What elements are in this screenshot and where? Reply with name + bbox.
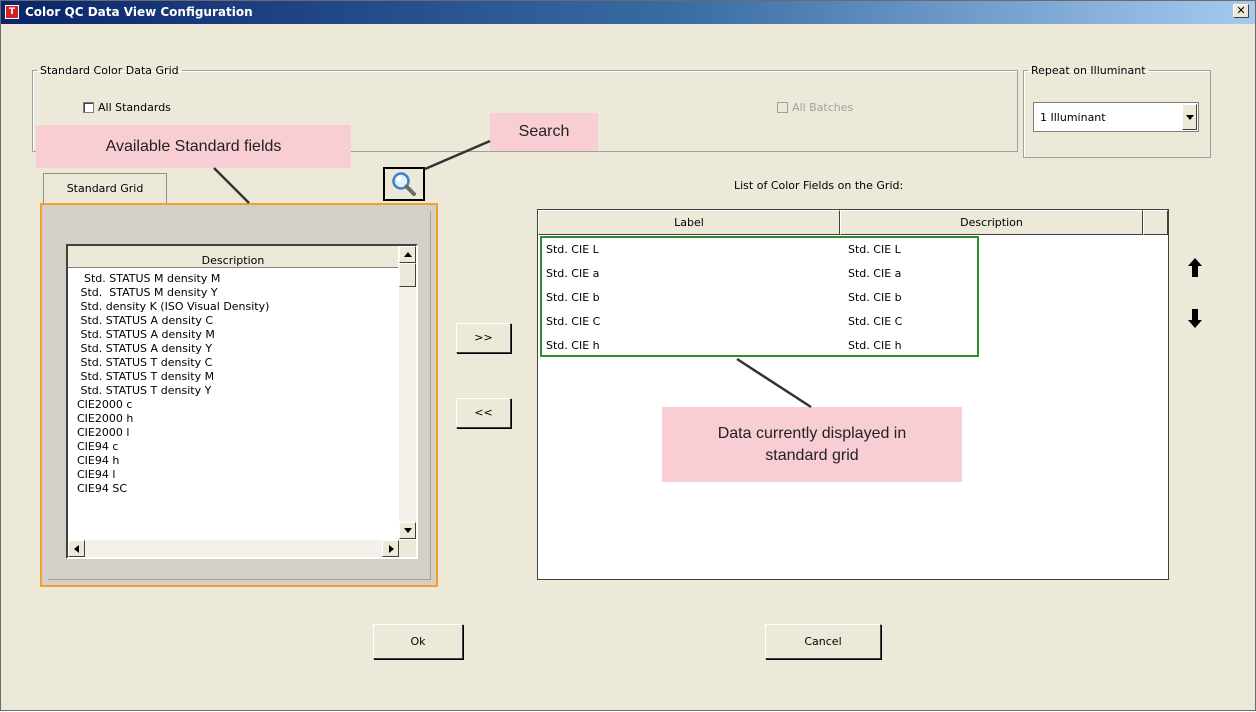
list-item[interactable]: Std. density K (ISO Visual Density) [68,300,398,314]
list-item[interactable]: CIE94 SC [68,482,398,496]
list-item[interactable]: Std. STATUS T density C [68,356,398,370]
scroll-down-button[interactable] [399,522,416,539]
list-header-description[interactable]: Description [68,246,398,268]
list-item[interactable]: CIE2000 h [68,412,398,426]
scroll-left-icon [74,545,79,553]
column-header-spacer [1143,210,1168,235]
illuminant-select-value: 1 Illuminant [1040,111,1106,124]
add-field-button[interactable]: >> [456,323,511,353]
scroll-right-icon [389,545,394,553]
vertical-scrollbar[interactable] [399,246,416,539]
repeat-group-legend: Repeat on Illuminant [1031,64,1146,77]
scroll-left-button[interactable] [68,540,85,557]
grid-header: Label Description [538,210,1168,235]
list-item[interactable]: CIE94 l [68,468,398,482]
list-item[interactable]: Std. STATUS A density M [68,328,398,342]
app-icon: T [5,5,19,19]
scroll-right-button[interactable] [382,540,399,557]
all-standards-label: All Standards [98,101,171,114]
available-fields-items: Std. STATUS M density M Std. STATUS M de… [68,272,398,496]
scroll-up-button[interactable] [399,246,416,263]
callout-data-displayed: Data currently displayed in standard gri… [662,407,962,482]
move-down-button[interactable] [1187,307,1203,329]
all-standards-checkbox[interactable] [83,102,94,113]
list-item[interactable]: Std. STATUS M density M [68,272,398,286]
tab-standard-grid[interactable]: Standard Grid [43,173,167,204]
arrow-down-icon [1188,309,1202,328]
list-item[interactable]: Std. STATUS M density Y [68,286,398,300]
callout-search: Search [490,113,598,151]
move-up-button[interactable] [1187,257,1203,279]
scroll-down-icon [404,528,412,533]
scroll-up-icon [404,252,412,257]
available-fields-list[interactable]: Description Std. STATUS M density M Std.… [66,244,418,559]
list-item[interactable]: Std. STATUS A density Y [68,342,398,356]
list-item[interactable]: Std. STATUS T density M [68,370,398,384]
scrollbar-corner [399,540,416,557]
all-batches-checkbox-row: All Batches [777,101,853,114]
title-bar[interactable]: T Color QC Data View Configuration ✕ [1,1,1255,24]
callout-data-text: Data currently displayed in standard gri… [717,424,907,464]
all-batches-checkbox [777,102,788,113]
all-standards-checkbox-row[interactable]: All Standards [83,101,171,114]
list-item[interactable]: CIE2000 l [68,426,398,440]
column-header-label[interactable]: Label [538,210,840,235]
callout-available-standard-fields: Available Standard fields [36,125,351,168]
cancel-button[interactable]: Cancel [765,624,881,659]
dialog-window: T Color QC Data View Configuration ✕ Sta… [0,0,1256,711]
grid-caption: List of Color Fields on the Grid: [734,179,904,192]
arrow-up-icon [1188,258,1202,277]
close-button[interactable]: ✕ [1233,4,1249,18]
ok-button[interactable]: Ok [373,624,463,659]
list-item[interactable]: Std. STATUS A density C [68,314,398,328]
illuminant-select[interactable]: 1 Illuminant [1033,102,1199,132]
standard-group-legend: Standard Color Data Grid [40,64,179,77]
search-button[interactable] [383,167,425,201]
current-data-highlight [540,236,979,357]
window-title: Color QC Data View Configuration [25,5,253,19]
all-batches-label: All Batches [792,101,854,114]
remove-field-button[interactable]: << [456,398,511,428]
connector-standard-fields [213,167,250,204]
list-item[interactable]: CIE2000 c [68,398,398,412]
column-header-description[interactable]: Description [840,210,1143,235]
list-item[interactable]: CIE94 h [68,454,398,468]
magnifier-icon [392,172,416,196]
list-item[interactable]: Std. STATUS T density Y [68,384,398,398]
horizontal-scrollbar[interactable] [68,540,399,557]
scroll-thumb[interactable] [399,263,416,287]
chevron-down-icon[interactable] [1182,104,1197,130]
list-item[interactable]: CIE94 c [68,440,398,454]
